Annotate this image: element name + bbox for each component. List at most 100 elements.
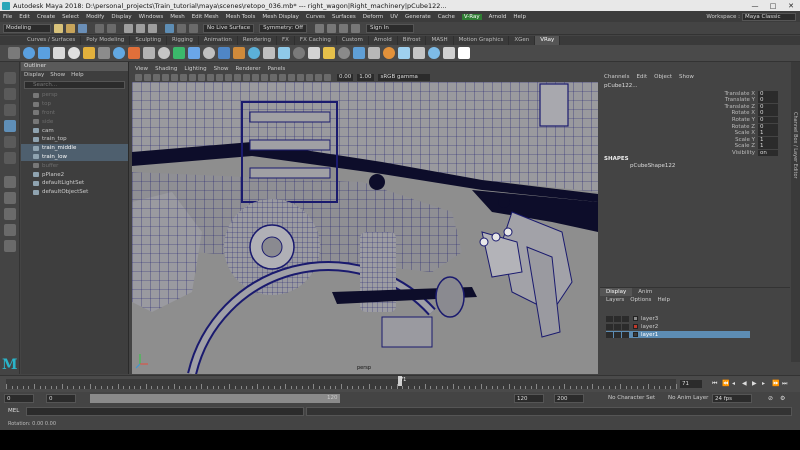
gamma-field[interactable]: 1.00 (357, 74, 374, 81)
menu-mesh-tools[interactable]: Mesh Tools (226, 14, 256, 20)
layer-playback-toggle[interactable] (614, 315, 621, 322)
go-to-start-icon[interactable]: ⏮ (712, 380, 718, 388)
camera-attributes-icon[interactable] (144, 74, 151, 81)
lasso-tool-icon[interactable] (4, 88, 16, 100)
paint-select-tool-icon[interactable] (4, 104, 16, 116)
animation-prefs-icon[interactable]: ⚙ (780, 395, 786, 403)
menu-edit-mesh[interactable]: Edit Mesh (192, 14, 219, 20)
open-scene-icon[interactable] (66, 23, 75, 33)
menu-curves[interactable]: Curves (306, 14, 325, 20)
outliner-item[interactable]: train_middle (21, 143, 128, 153)
viewport-menu-show[interactable]: Show (214, 66, 229, 72)
channel-attribute-value[interactable]: 1 (758, 130, 778, 137)
layer-color-swatch[interactable] (633, 332, 638, 337)
outliner-item[interactable]: pPlane2 (21, 170, 128, 179)
shelf-tool-icon[interactable] (128, 47, 140, 59)
outliner-item[interactable]: cam (21, 126, 128, 135)
snap-curve-icon[interactable] (177, 23, 186, 33)
shelf-tab-rigging[interactable]: Rigging (167, 36, 199, 45)
outliner-item[interactable]: side (21, 117, 128, 126)
shelf-tool-icon[interactable] (323, 47, 335, 59)
layer-tab-anim[interactable]: Anim (632, 288, 658, 296)
layer-visibility-toggle[interactable] (606, 331, 613, 338)
grid-icon[interactable] (171, 74, 178, 81)
render-current-frame-icon[interactable] (315, 23, 325, 33)
shelf-tool-icon[interactable] (188, 47, 200, 59)
shelf-tool-icon[interactable] (8, 47, 20, 59)
shelf-tab-rendering[interactable]: Rendering (238, 36, 277, 45)
persp-outliner-layout-icon[interactable] (4, 208, 16, 220)
shelf-tool-icon[interactable] (458, 47, 470, 59)
shelf-tool-icon[interactable] (353, 47, 365, 59)
outliner-item[interactable]: defaultLightSet (21, 179, 128, 188)
outliner-layout-icon[interactable] (4, 240, 16, 252)
shelf-tab-poly-modeling[interactable]: Poly Modeling (81, 36, 131, 45)
smooth-shade-icon[interactable] (234, 74, 241, 81)
shelf-tool-icon[interactable] (68, 47, 80, 59)
shelf-tool-icon[interactable] (173, 47, 185, 59)
shelf-tab-vray[interactable]: VRay (535, 36, 561, 45)
viewport-persp[interactable]: persp (132, 82, 598, 374)
shape-node-name[interactable]: pCubeShape122 (630, 163, 675, 169)
safe-action-icon[interactable] (216, 74, 223, 81)
layer-playback-toggle[interactable] (614, 331, 621, 338)
current-frame-field[interactable]: 71 (680, 380, 702, 388)
menu-mesh-display[interactable]: Mesh Display (262, 14, 299, 20)
menu-mesh[interactable]: Mesh (170, 14, 184, 20)
animation-start-field[interactable]: 0 (4, 394, 34, 403)
select-camera-icon[interactable] (135, 74, 142, 81)
layer-visibility-toggle[interactable] (606, 323, 613, 330)
image-plane-icon[interactable] (162, 74, 169, 81)
range-bar-handle[interactable] (90, 394, 340, 403)
play-forward-icon[interactable]: ▶ (752, 380, 758, 388)
select-object-icon[interactable] (136, 23, 145, 33)
menuset-dropdown[interactable]: Modeling (3, 23, 51, 33)
menu-create[interactable]: Create (37, 14, 55, 20)
layer-menu-options[interactable]: Options (630, 296, 651, 304)
viewport-menu-lighting[interactable]: Lighting (184, 66, 206, 72)
shelf-tab-bifrost[interactable]: Bifrost (398, 36, 427, 45)
step-forward-frame-icon[interactable]: ▸ (762, 380, 768, 388)
channel-attribute-row[interactable]: Visibility on (700, 149, 786, 156)
select-tool-icon[interactable] (4, 72, 16, 84)
minimize-button[interactable]: — (746, 2, 764, 10)
character-set-dropdown[interactable]: No Character Set (608, 395, 655, 401)
go-to-end-icon[interactable]: ⏭ (782, 380, 788, 388)
channel-attribute-value[interactable]: 0 (758, 97, 778, 104)
ao-icon[interactable] (270, 74, 277, 81)
selected-object-name[interactable]: pCube122... (604, 83, 637, 89)
shelf-tab-curves-surfaces[interactable]: Curves / Surfaces (22, 36, 82, 45)
step-back-key-icon[interactable]: ⏪ (722, 380, 729, 388)
shelf-tab-sculpting[interactable]: Sculpting (130, 36, 167, 45)
select-component-icon[interactable] (148, 23, 157, 33)
snap-point-icon[interactable] (189, 23, 198, 33)
viewport-menu-panels[interactable]: Panels (268, 66, 286, 72)
isolate-select-icon[interactable] (297, 74, 304, 81)
shelf-tab-motion-graphics[interactable]: Motion Graphics (454, 36, 510, 45)
lights-icon[interactable] (252, 74, 259, 81)
viewport-menu-shading[interactable]: Shading (155, 66, 177, 72)
persp-graph-layout-icon[interactable] (4, 224, 16, 236)
layer-color-swatch[interactable] (633, 324, 638, 329)
channel-attribute-value[interactable]: 0 (758, 103, 778, 110)
menu-edit[interactable]: Edit (19, 14, 30, 20)
outliner-item[interactable]: train_low (21, 152, 128, 162)
xray-icon[interactable] (306, 74, 313, 81)
single-perspective-layout-icon[interactable] (4, 176, 16, 188)
shelf-tool-icon[interactable] (293, 47, 305, 59)
layer-visibility-toggle[interactable] (606, 315, 613, 322)
exposure-field[interactable]: 0.00 (337, 74, 354, 81)
channelbox-menu-show[interactable]: Show (679, 74, 694, 80)
film-gate-icon[interactable] (180, 74, 187, 81)
shadows-icon[interactable] (261, 74, 268, 81)
anim-layer-dropdown[interactable]: No Anim Layer (668, 395, 708, 401)
step-back-frame-icon[interactable]: ◂ (732, 380, 738, 388)
layer-playback-toggle[interactable] (614, 323, 621, 330)
outliner-menu-help[interactable]: Help (71, 71, 84, 79)
shelf-tab-custom[interactable]: Custom (337, 36, 369, 45)
time-slider[interactable]: 71 71 ⏮ ⏪ ◂ ◀ ▶ ▸ ⏩ ⏭ (0, 375, 800, 392)
viewport-menu-view[interactable]: View (135, 66, 148, 72)
redo-icon[interactable] (107, 23, 116, 33)
hypershade-icon[interactable] (351, 23, 361, 33)
menu-windows[interactable]: Windows (139, 14, 164, 20)
